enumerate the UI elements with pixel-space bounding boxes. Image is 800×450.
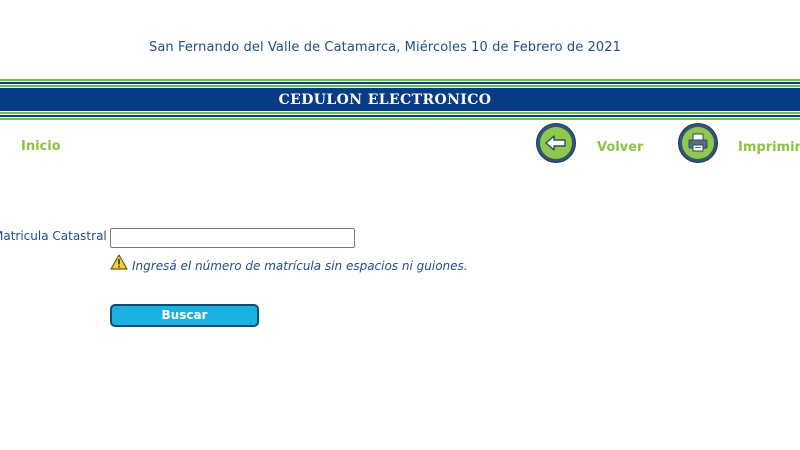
inicio-link[interactable]: Inicio [21, 139, 61, 154]
banner-bar: CEDULON ELECTRONICO [0, 88, 800, 111]
matricula-input[interactable] [110, 228, 355, 248]
volver-link[interactable]: Volver [597, 140, 643, 155]
back-arrow-icon[interactable] [536, 123, 576, 163]
printer-icon[interactable] [678, 123, 718, 163]
hint-text: Ingresá el número de matrícula sin espac… [132, 259, 468, 273]
banner-title: CEDULON ELECTRONICO [278, 91, 492, 108]
date-line: San Fernando del Valle de Catamarca, Mié… [148, 40, 622, 55]
search-button[interactable]: Buscar [110, 304, 259, 327]
imprimir-link[interactable]: Imprimir [738, 140, 800, 155]
matricula-label: Matricula Catastral [0, 229, 107, 243]
warning-icon [110, 254, 128, 270]
header-banner: CEDULON ELECTRONICO [0, 79, 800, 120]
